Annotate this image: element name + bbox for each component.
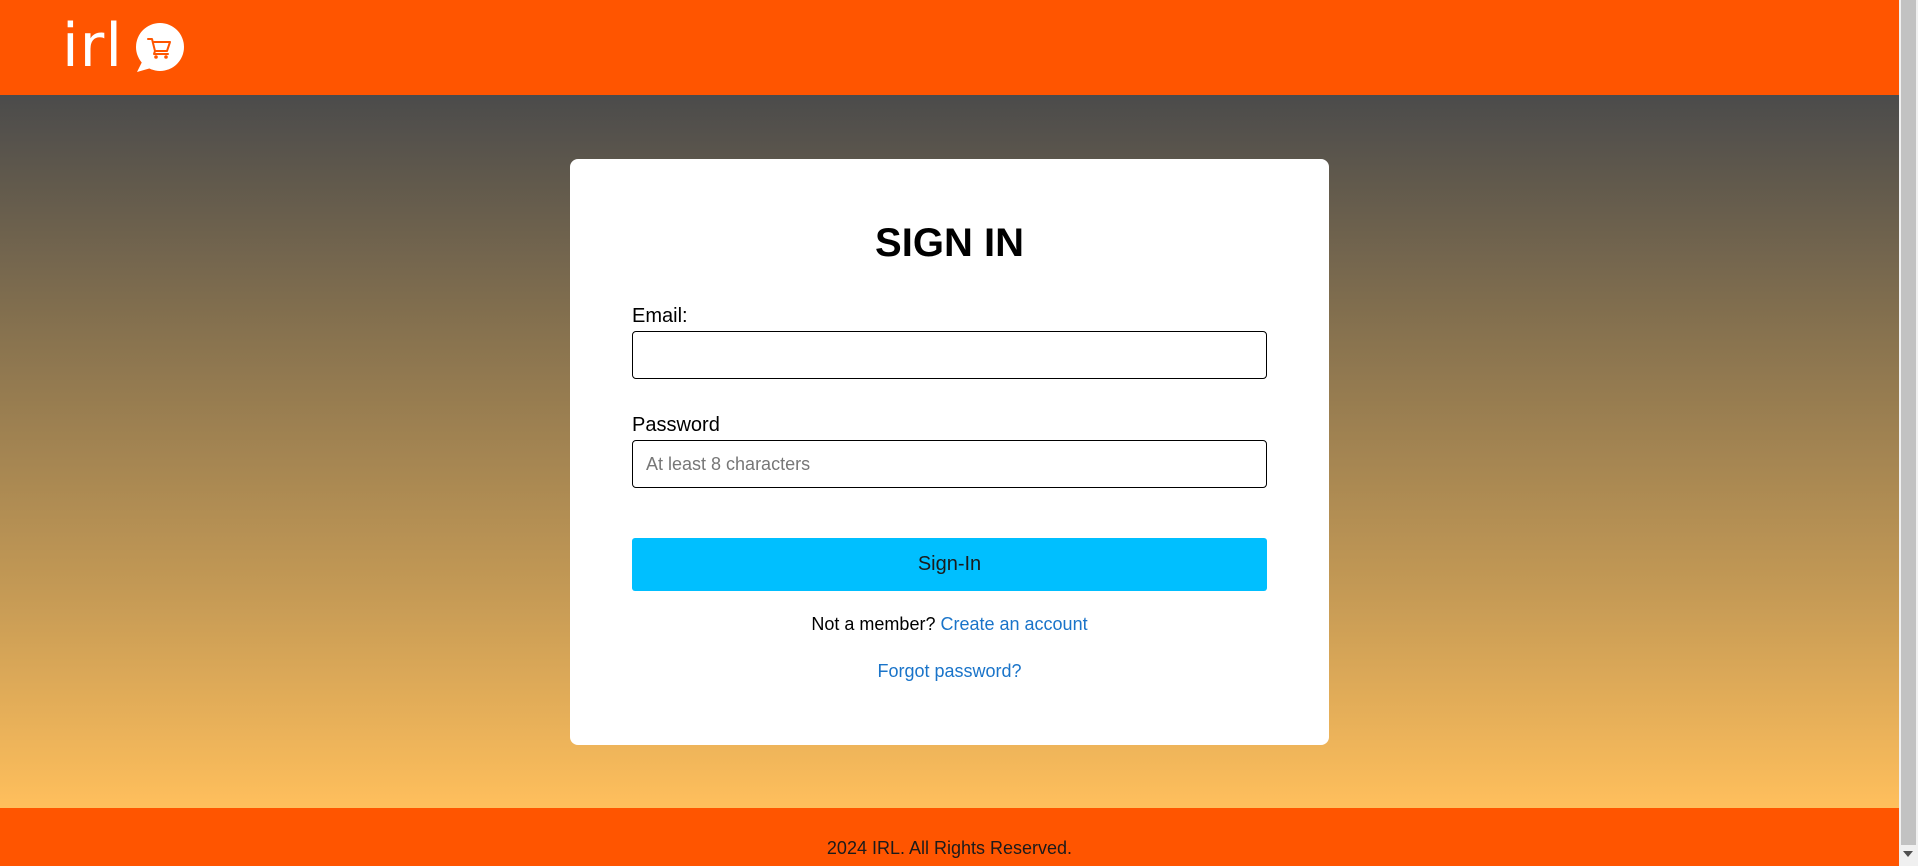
scrollbar-thumb[interactable] (1901, 0, 1916, 845)
logo-text: irl (62, 11, 124, 81)
page-scrollbar[interactable] (1899, 0, 1918, 866)
scroll-down-arrow-icon[interactable] (1903, 851, 1913, 857)
member-prompt-line: Not a member? Create an account (570, 614, 1329, 635)
sign-in-button[interactable]: Sign-In (632, 538, 1267, 591)
forgot-password-link[interactable]: Forgot password? (877, 661, 1021, 681)
email-field[interactable] (632, 331, 1267, 379)
password-field[interactable] (632, 440, 1267, 488)
main-area: SIGN IN Email: Password Sign-In Not a me… (0, 95, 1899, 808)
site-footer: 2024 IRL. All Rights Reserved. (0, 808, 1899, 866)
page-viewport: irl SIGN IN Email: Password Sign-In Not … (0, 0, 1899, 866)
signin-card: SIGN IN Email: Password Sign-In Not a me… (570, 159, 1329, 745)
create-account-link[interactable]: Create an account (940, 614, 1087, 634)
password-label: Password (632, 414, 720, 436)
cart-icon (136, 23, 185, 72)
member-prompt-text: Not a member? (811, 614, 936, 634)
logo-link[interactable]: irl (62, 16, 185, 76)
copyright-text: 2024 IRL. All Rights Reserved. (826, 838, 1073, 858)
site-header: irl (0, 0, 1899, 95)
email-label: Email: (632, 305, 688, 327)
page-title: SIGN IN (875, 221, 1024, 265)
forgot-password-line: Forgot password? (570, 661, 1329, 682)
